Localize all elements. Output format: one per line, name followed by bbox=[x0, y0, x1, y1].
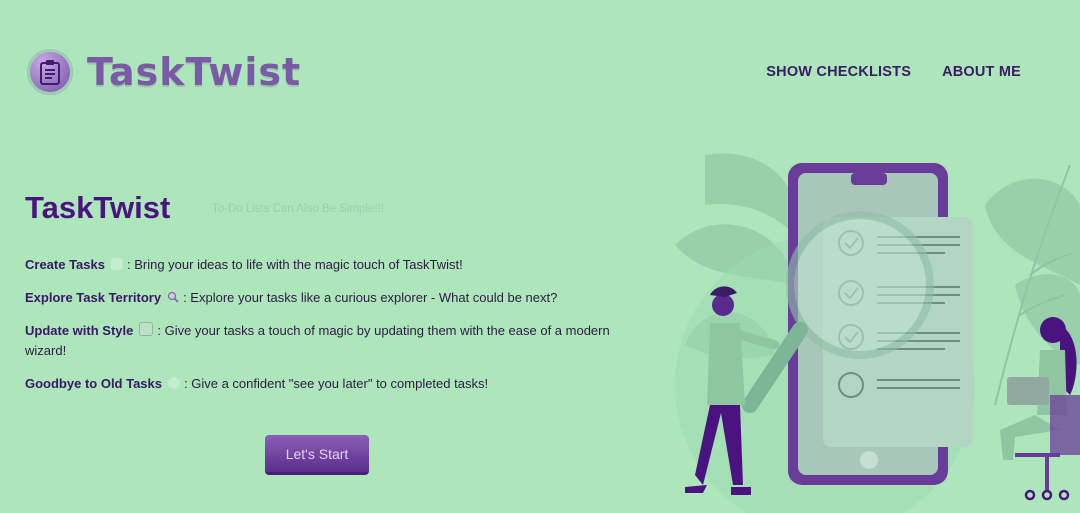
feature-goodbye: Goodbye to Old Tasks : Give a confident "… bbox=[25, 374, 625, 394]
feature-label: Create Tasks bbox=[25, 257, 105, 272]
feature-create: Create Tasks : Bring your ideas to life w… bbox=[25, 255, 625, 275]
laptop-icon bbox=[1007, 377, 1049, 405]
magnifier-icon bbox=[167, 289, 179, 303]
feature-label: Explore Task Territory bbox=[25, 290, 162, 305]
main-nav: SHOW CHECKLISTS ABOUT ME bbox=[766, 64, 1021, 80]
feature-text: : Bring your ideas to life with the magi… bbox=[126, 257, 463, 272]
feature-text: : Give a confident "see you later" to co… bbox=[184, 376, 489, 391]
feature-text: : Explore your tasks like a curious expl… bbox=[183, 290, 558, 305]
sparkle-icon bbox=[110, 258, 123, 270]
phone-home-button bbox=[860, 451, 878, 469]
nav-about-me[interactable]: ABOUT ME bbox=[942, 64, 1021, 80]
hero-illustration bbox=[675, 153, 1080, 513]
logo-text: TaskTwist bbox=[87, 50, 302, 94]
phone-notch bbox=[851, 173, 887, 185]
feature-label: Goodbye to Old Tasks bbox=[25, 376, 163, 391]
feature-label: Update with Style bbox=[25, 323, 134, 338]
feature-list: Create Tasks : Bring your ideas to life w… bbox=[25, 255, 625, 407]
nav-show-checklists[interactable]: SHOW CHECKLISTS bbox=[766, 64, 911, 80]
wave-icon bbox=[168, 377, 181, 389]
lets-start-button[interactable]: Let's Start bbox=[265, 435, 369, 472]
woman-figure bbox=[1000, 317, 1080, 501]
hero-subtitle: To-Do Lists Can Also Be Simple!!! bbox=[212, 203, 384, 215]
brand-logo[interactable]: TaskTwist bbox=[27, 49, 301, 95]
hero-title: TaskTwist bbox=[25, 190, 171, 225]
clipboard-icon bbox=[27, 49, 73, 95]
feature-update: Update with Style: Give your tasks a tou… bbox=[25, 321, 625, 361]
checkbox-icon bbox=[139, 322, 154, 336]
feature-explore: Explore Task Territory : Explore your ta… bbox=[25, 288, 625, 308]
